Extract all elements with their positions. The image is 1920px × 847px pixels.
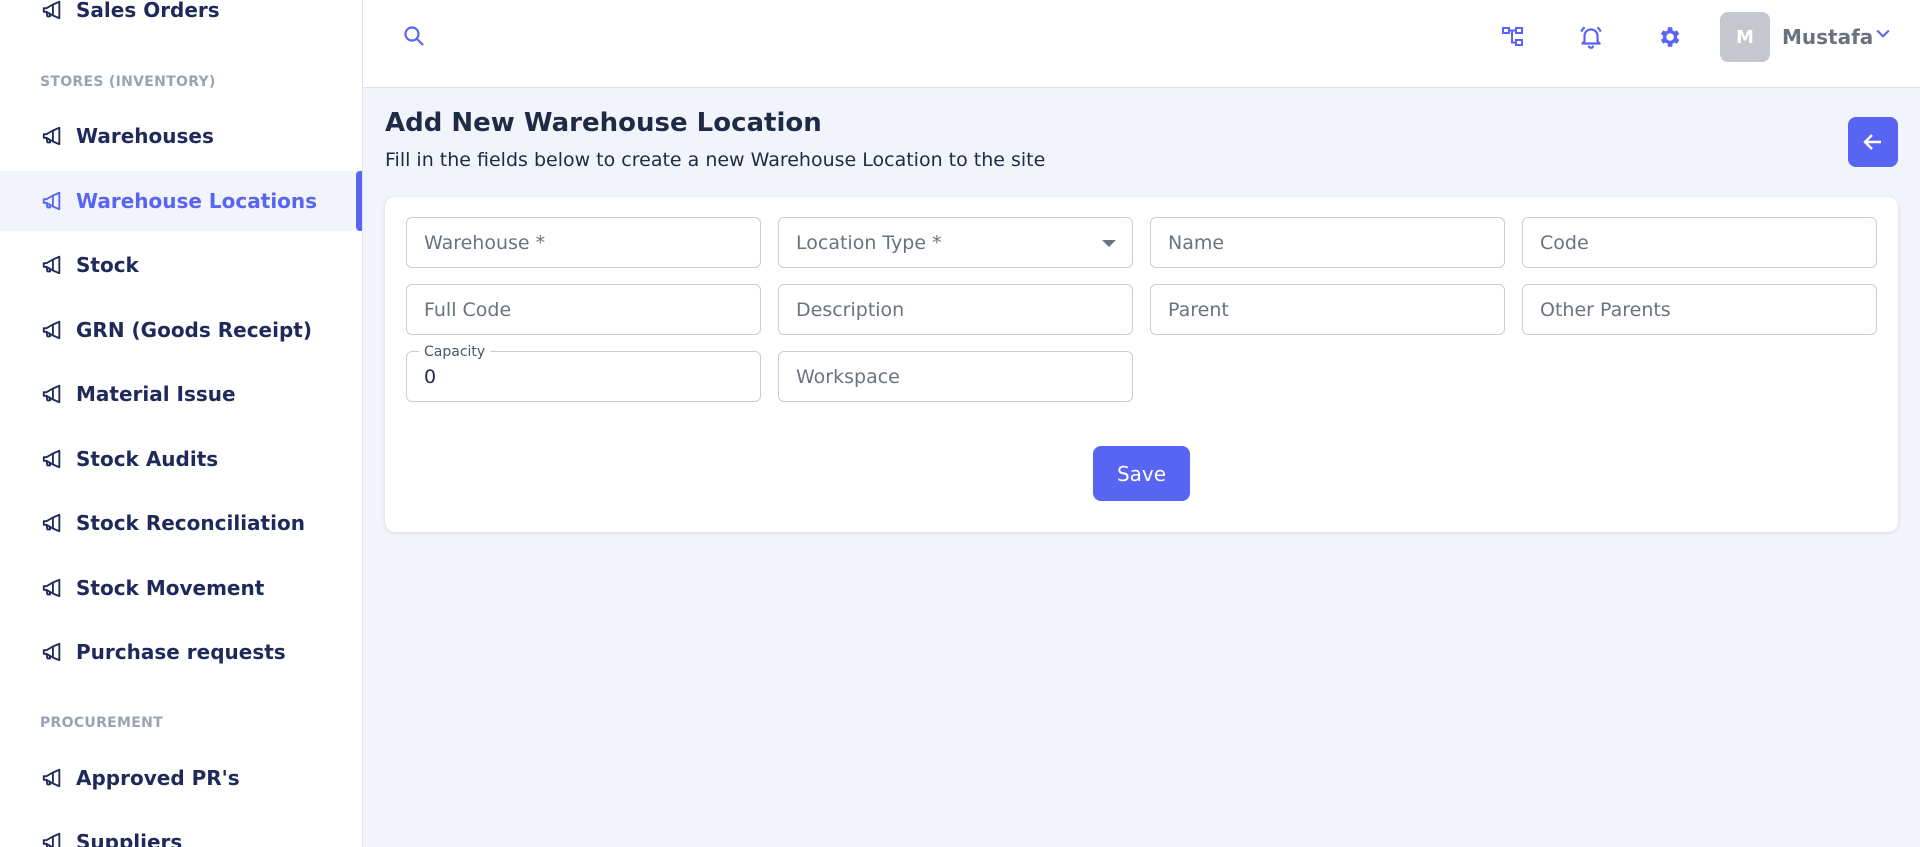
megaphone-icon bbox=[40, 576, 64, 600]
warehouse-field[interactable] bbox=[406, 217, 761, 268]
topbar: M Mustafa bbox=[363, 0, 1920, 88]
sidebar-item-label: Sales Orders bbox=[76, 0, 220, 22]
sidebar-item-material-issue[interactable]: Material Issue bbox=[0, 364, 362, 424]
description-field[interactable] bbox=[778, 284, 1133, 335]
page-title: Add New Warehouse Location bbox=[385, 108, 822, 138]
location-type-input[interactable] bbox=[779, 218, 1132, 267]
sidebar: Sales Orders STORES (INVENTORY) Warehous… bbox=[0, 0, 363, 847]
parent-field[interactable] bbox=[1150, 284, 1505, 335]
megaphone-icon bbox=[40, 447, 64, 471]
arrow-left-icon bbox=[1863, 134, 1881, 150]
sidebar-item-grn[interactable]: GRN (Goods Receipt) bbox=[0, 300, 362, 360]
sidebar-item-label: Stock Audits bbox=[76, 447, 219, 471]
megaphone-icon bbox=[40, 318, 64, 342]
sidebar-item-label: Suppliers bbox=[76, 830, 183, 847]
name-input[interactable] bbox=[1151, 218, 1504, 267]
chevron-down-icon[interactable] bbox=[1867, 17, 1899, 49]
full-code-input[interactable] bbox=[407, 285, 760, 334]
capacity-label: Capacity bbox=[419, 344, 491, 360]
code-input[interactable] bbox=[1523, 218, 1876, 267]
megaphone-icon bbox=[40, 382, 64, 406]
sidebar-item-label: Stock Movement bbox=[76, 576, 265, 600]
page-subtitle: Fill in the fields below to create a new… bbox=[385, 149, 1046, 171]
bell-icon[interactable] bbox=[1575, 21, 1607, 53]
megaphone-icon bbox=[40, 124, 64, 148]
sidebar-item-stock-reconciliation[interactable]: Stock Reconciliation bbox=[0, 493, 362, 553]
search-icon[interactable] bbox=[398, 20, 430, 52]
megaphone-icon bbox=[40, 0, 64, 22]
sidebar-item-stock-audits[interactable]: Stock Audits bbox=[0, 429, 362, 489]
megaphone-icon bbox=[40, 640, 64, 664]
sidebar-item-label: Warehouse Locations bbox=[76, 189, 318, 213]
sidebar-item-label: Warehouses bbox=[76, 124, 214, 148]
sidebar-item-approved-prs[interactable]: Approved PR's bbox=[0, 748, 362, 808]
sidebar-item-stock-movement[interactable]: Stock Movement bbox=[0, 558, 362, 618]
workspace-field[interactable] bbox=[778, 351, 1133, 402]
warehouse-input[interactable] bbox=[407, 218, 760, 267]
name-field[interactable] bbox=[1150, 217, 1505, 268]
sidebar-item-label: Stock Reconciliation bbox=[76, 511, 305, 535]
org-chart-icon[interactable] bbox=[1497, 21, 1529, 53]
sidebar-item-label: Stock bbox=[76, 253, 139, 277]
megaphone-icon bbox=[40, 766, 64, 790]
username[interactable]: Mustafa bbox=[1782, 25, 1873, 49]
save-button[interactable]: Save bbox=[1093, 446, 1190, 501]
sidebar-item-label: Material Issue bbox=[76, 382, 236, 406]
full-code-field[interactable] bbox=[406, 284, 761, 335]
avatar[interactable]: M bbox=[1720, 12, 1770, 62]
capacity-field[interactable]: Capacity bbox=[406, 344, 761, 402]
megaphone-icon bbox=[40, 511, 64, 535]
section-title-procurement: PROCUREMENT bbox=[40, 715, 163, 731]
code-field[interactable] bbox=[1522, 217, 1877, 268]
megaphone-icon bbox=[40, 830, 64, 847]
caret-down-icon bbox=[1102, 240, 1116, 247]
location-type-select[interactable] bbox=[778, 217, 1133, 268]
sidebar-item-sales-orders[interactable]: Sales Orders bbox=[0, 0, 362, 40]
sidebar-item-label: Approved PR's bbox=[76, 766, 240, 790]
sidebar-item-label: Purchase requests bbox=[76, 640, 286, 664]
other-parents-field[interactable] bbox=[1522, 284, 1877, 335]
back-button[interactable] bbox=[1848, 117, 1898, 167]
sidebar-item-label: GRN (Goods Receipt) bbox=[76, 318, 312, 342]
megaphone-icon bbox=[40, 253, 64, 277]
sidebar-item-suppliers[interactable]: Suppliers bbox=[0, 812, 362, 847]
sidebar-item-purchase-requests[interactable]: Purchase requests bbox=[0, 622, 362, 682]
sidebar-item-stock[interactable]: Stock bbox=[0, 235, 362, 295]
gear-icon[interactable] bbox=[1653, 21, 1685, 53]
section-title-stores: STORES (INVENTORY) bbox=[40, 74, 216, 90]
sidebar-item-warehouses[interactable]: Warehouses bbox=[0, 106, 362, 166]
other-parents-input[interactable] bbox=[1523, 285, 1876, 334]
parent-input[interactable] bbox=[1151, 285, 1504, 334]
sidebar-item-warehouse-locations[interactable]: Warehouse Locations bbox=[0, 171, 362, 231]
megaphone-icon bbox=[40, 189, 64, 213]
workspace-input[interactable] bbox=[779, 352, 1132, 401]
form-card: Capacity Save bbox=[385, 197, 1898, 532]
description-input[interactable] bbox=[779, 285, 1132, 334]
